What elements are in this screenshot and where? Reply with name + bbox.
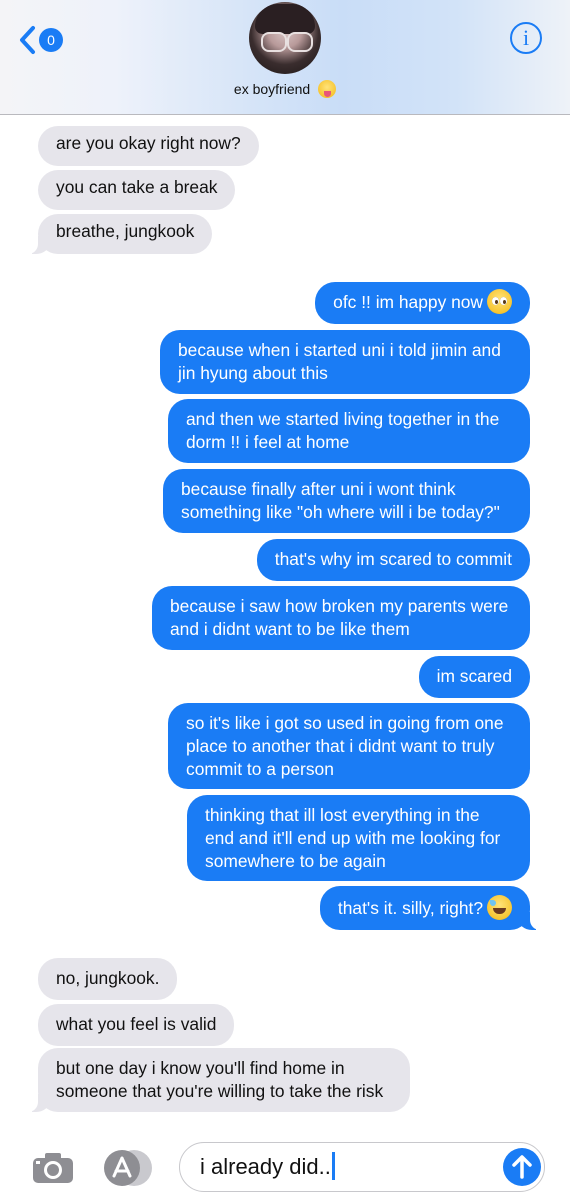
message-bubble[interactable]: but one day i know you'll find home in s… (26, 1048, 410, 1112)
message-text: ofc !! im happy now (333, 292, 483, 312)
message-text: so it's like i got so used in going from… (186, 713, 504, 779)
message-text: are you okay right now? (56, 133, 241, 153)
message-bubble[interactable]: thinking that ill lost everything in the… (187, 795, 530, 881)
message-bubble[interactable]: because finally after uni i wont think s… (163, 469, 530, 533)
text-caret (331, 1152, 335, 1180)
message-text: what you feel is valid (56, 1014, 217, 1034)
pleading-face-icon (487, 289, 512, 314)
message-bubble[interactable]: ofc !! im happy now (315, 282, 530, 324)
message-bubble[interactable]: that's why im scared to commit (256, 539, 530, 581)
message-text: im scared (436, 666, 512, 686)
camera-icon (33, 1153, 73, 1183)
message-bubble[interactable]: are you okay right now? (38, 126, 259, 166)
camera-button[interactable] (32, 1152, 74, 1184)
message-list: are you okay right now? you can take a b… (0, 0, 570, 1200)
app-store-icon (104, 1150, 140, 1186)
message-bubble[interactable]: what you feel is valid (38, 1004, 235, 1046)
message-bubble[interactable]: breathe, jungkook (25, 214, 213, 254)
message-text: because i saw how broken my parents were… (170, 596, 509, 639)
send-button[interactable] (503, 1148, 541, 1186)
message-text: you can take a break (56, 177, 218, 197)
message-bubble[interactable]: that's it. silly, right? (319, 886, 543, 930)
rolling-laughing-face-icon (487, 895, 512, 920)
message-bubble[interactable]: no, jungkook. (38, 958, 178, 1000)
message-bubble[interactable]: so it's like i got so used in going from… (168, 703, 530, 789)
message-input-value: i already did.. (200, 1154, 331, 1179)
message-bubble[interactable]: because when i started uni i told jimin … (160, 330, 530, 394)
message-text: thinking that ill lost everything in the… (205, 805, 501, 871)
apps-button[interactable] (104, 1150, 154, 1186)
message-text: and then we started living together in t… (186, 409, 500, 452)
message-bubble[interactable]: im scared (418, 656, 530, 698)
message-bubble[interactable]: and then we started living together in t… (168, 399, 530, 463)
message-text: but one day i know you'll find home in s… (56, 1058, 384, 1101)
message-bubble[interactable]: you can take a break (38, 170, 236, 210)
message-text: because finally after uni i wont think s… (181, 479, 500, 522)
message-text: that's why im scared to commit (274, 549, 512, 569)
message-text: because when i started uni i told jimin … (178, 340, 501, 383)
message-bubble[interactable]: because i saw how broken my parents were… (152, 586, 530, 650)
message-text: breathe, jungkook (56, 221, 195, 241)
message-input[interactable]: i already did.. (179, 1142, 545, 1192)
message-text: that's it. silly, right? (337, 898, 483, 918)
compose-bar: i already did.. (0, 1134, 570, 1200)
message-text: no, jungkook. (56, 968, 160, 988)
send-arrow-icon (512, 1155, 532, 1179)
